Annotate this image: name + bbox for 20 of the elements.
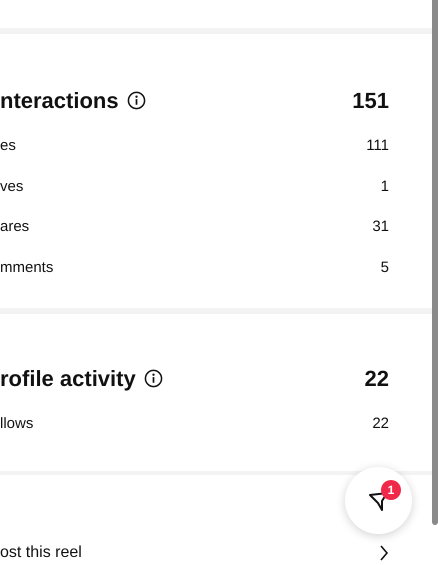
metric-value: 22	[372, 414, 389, 434]
notification-badge: 1	[381, 480, 401, 500]
metric-value: 111	[366, 136, 389, 156]
metric-value: 31	[372, 217, 389, 238]
info-icon[interactable]	[144, 368, 163, 388]
metric-value: 5	[380, 258, 389, 278]
section-total: 22	[364, 364, 389, 393]
metric-label: llows	[0, 414, 34, 434]
scrollbar[interactable]	[432, 0, 438, 525]
section-title: nteractions	[0, 86, 119, 115]
section-title: rofile activity	[0, 364, 136, 393]
metric-label: ves	[0, 176, 24, 197]
info-icon[interactable]	[126, 90, 146, 110]
filter-button[interactable]: 1	[345, 467, 412, 534]
metric-label: ares	[0, 217, 30, 238]
metric-value: 1	[380, 176, 389, 197]
metric-label: mments	[0, 258, 54, 278]
section-total: 151	[352, 86, 389, 115]
metric-label: es	[0, 136, 16, 156]
chevron-right-icon	[379, 545, 389, 561]
